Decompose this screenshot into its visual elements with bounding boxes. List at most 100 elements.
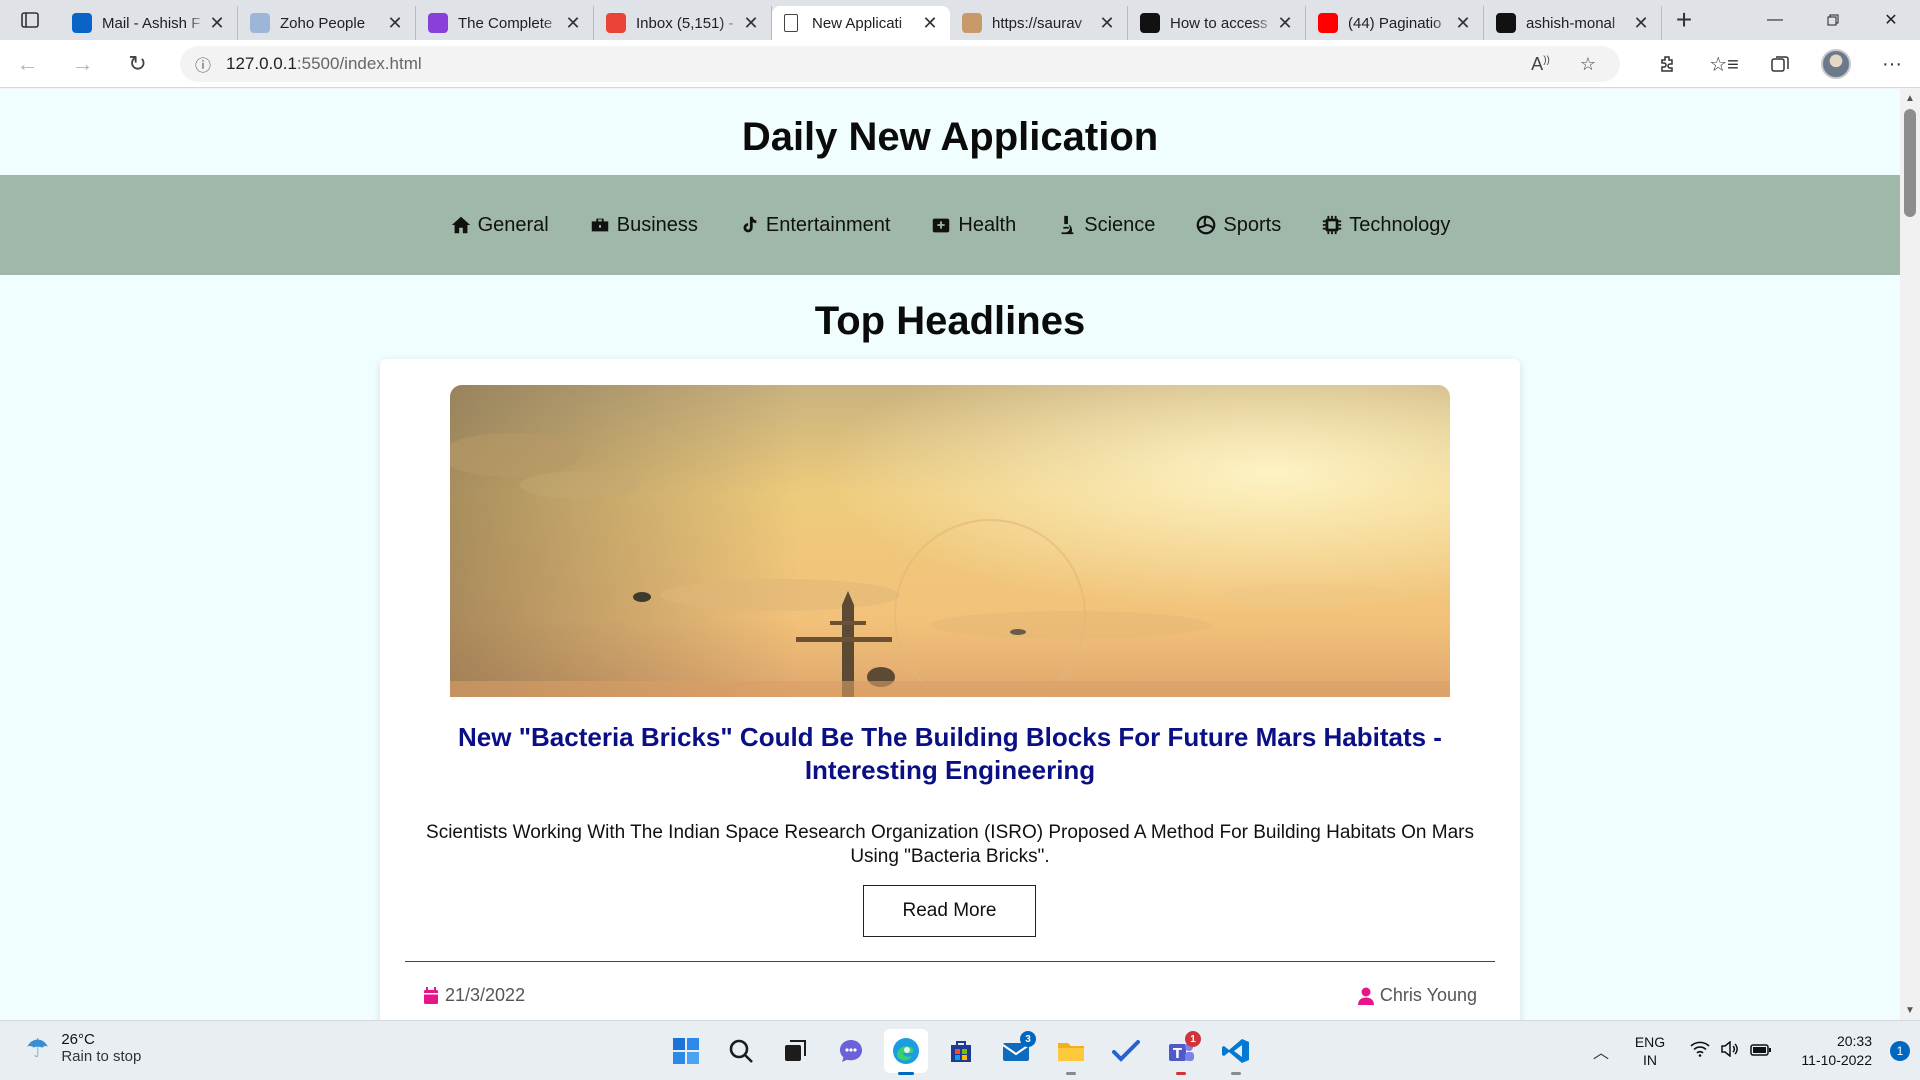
page-icon [784,14,798,32]
scrollbar-thumb[interactable] [1904,109,1916,217]
teams-button[interactable]: T 1 [1159,1029,1203,1075]
tab-title: Mail - Ashish F [102,14,201,32]
gmail-icon [606,13,626,33]
plus-icon: + [1675,4,1693,35]
todo-button[interactable] [1104,1029,1148,1073]
address-bar[interactable]: ⓘ 127.0.0.1:5500/index.html A)) ☆ [180,46,1620,82]
nav-item-technology[interactable]: Technology [1321,214,1450,237]
file-explorer-button[interactable] [1049,1029,1093,1075]
tab-title: New Applicati [812,14,903,32]
close-tab-icon[interactable]: ✕ [1275,13,1295,34]
scroll-up-icon[interactable]: ▲ [1900,93,1920,104]
umbrella-icon: ☂ [26,1032,50,1063]
browser-tab[interactable]: Zoho People ✕ [238,6,416,40]
page-scrollbar[interactable]: ▲ ▼ [1900,89,1920,1020]
close-tab-icon[interactable]: ✕ [1631,13,1651,34]
nav-item-science[interactable]: Science [1056,214,1155,237]
article-description: Scientists Working With The Indian Space… [426,822,1474,867]
tab-title: https://saurav [992,14,1083,32]
windows-taskbar: ☂ 26°C Rain to stop 3 T 1 ︿ ENG IN 20:33… [0,1020,1920,1080]
nav-item-business[interactable]: Business [589,214,698,237]
forward-button[interactable]: → [55,40,110,88]
profile-avatar[interactable] [1808,49,1864,79]
browser-tab-strip: Mail - Ashish F ✕ Zoho People ✕ The Complete… [0,0,1920,40]
windows-logo-icon [673,1038,699,1064]
close-tab-icon[interactable]: ✕ [920,13,940,34]
chat-button[interactable] [829,1029,873,1073]
checkmark-icon [1112,1040,1140,1062]
task-view-button[interactable] [774,1029,818,1073]
edge-icon [893,1038,919,1064]
notification-badge: 1 [1890,1041,1910,1061]
weather-widget[interactable]: ☂ 26°C Rain to stop [26,1031,141,1065]
close-tab-icon[interactable]: ✕ [563,13,583,34]
settings-menu-icon[interactable]: ··· [1864,53,1920,76]
browser-tab[interactable]: New Applicati ✕ [772,6,950,40]
url-text[interactable]: 127.0.0.1:5500/index.html [226,54,422,74]
article-title[interactable]: New "Bacteria Bricks" Could Be The Build… [420,721,1480,787]
browser-tab[interactable]: Inbox (5,151) - ✕ [594,6,772,40]
close-tab-icon[interactable]: ✕ [741,13,761,34]
browser-tab[interactable]: (44) Paginatio ✕ [1306,6,1484,40]
browser-tab[interactable]: Mail - Ashish F ✕ [60,6,238,40]
profile-icon [962,13,982,33]
microscope-icon [1061,215,1074,235]
nav-item-health[interactable]: Health [930,214,1016,237]
teams-badge: 1 [1185,1031,1201,1047]
vscode-button[interactable] [1214,1029,1258,1075]
back-button[interactable]: ← [0,40,55,88]
volleyball-icon [1197,215,1216,235]
address-bar-actions: A)) ☆ [1531,46,1596,82]
briefcase-icon [591,218,608,232]
tab-actions-button[interactable] [0,0,60,40]
start-button[interactable] [664,1029,708,1073]
running-indicator [1176,1072,1186,1075]
extensions-icon[interactable] [1640,54,1696,74]
language-indicator[interactable]: ENG IN [1622,1033,1678,1069]
scroll-down-icon[interactable]: ▼ [1900,1005,1920,1016]
edge-button[interactable] [884,1029,928,1075]
add-favorite-icon[interactable]: ☆ [1580,54,1596,75]
notification-center-button[interactable]: 1 [1880,1041,1920,1061]
music-note-icon [743,216,757,233]
tray-icons[interactable] [1678,1039,1784,1062]
close-window-button[interactable]: ✕ [1862,0,1920,40]
favorites-icon[interactable]: ☆≡ [1696,52,1752,77]
eh-icon [1140,13,1160,33]
medical-kit-icon [933,218,950,233]
tab-title: How to access [1170,14,1268,32]
system-tray: ︿ ENG IN 20:33 11-10-2022 1 [1580,1021,1920,1080]
refresh-button[interactable]: ↻ [110,40,165,88]
nav-item-entertainment[interactable]: Entertainment [738,214,890,237]
site-info-icon[interactable]: ⓘ [180,52,226,76]
running-indicator [1066,1072,1076,1075]
clock[interactable]: 20:33 11-10-2022 [1784,1032,1880,1070]
new-tab-button[interactable]: + [1662,0,1706,40]
svg-text:T: T [1173,1047,1182,1062]
store-button[interactable] [939,1029,983,1073]
minimize-button[interactable]: — [1746,0,1804,40]
window-controls: — ✕ [1746,0,1920,40]
browser-tab[interactable]: ashish-monal ✕ [1484,6,1662,40]
author-text: Chris Young [1379,985,1477,1005]
taskbar-search-button[interactable] [719,1029,763,1073]
close-tab-icon[interactable]: ✕ [1097,13,1117,34]
browser-tab[interactable]: The Complete ✕ [416,6,594,40]
collections-icon[interactable] [1752,54,1808,74]
restore-button[interactable] [1804,0,1862,40]
vscode-icon [1222,1039,1249,1063]
user-icon [1357,987,1374,1005]
battery-icon [1750,1041,1772,1062]
read-more-button[interactable]: Read More [863,885,1036,937]
close-tab-icon[interactable]: ✕ [1453,13,1473,34]
browser-tab[interactable]: https://saurav ✕ [950,6,1128,40]
nav-item-general[interactable]: General [450,214,549,237]
taskbar-apps: 3 T 1 [664,1029,1258,1075]
show-hidden-icons-button[interactable]: ︿ [1580,1039,1622,1063]
close-tab-icon[interactable]: ✕ [207,13,227,34]
read-aloud-icon[interactable]: A)) [1531,54,1550,75]
mail-button[interactable]: 3 [994,1029,1038,1073]
nav-item-sports[interactable]: Sports [1195,214,1281,237]
close-tab-icon[interactable]: ✕ [385,13,405,34]
browser-tab[interactable]: How to access ✕ [1128,6,1306,40]
